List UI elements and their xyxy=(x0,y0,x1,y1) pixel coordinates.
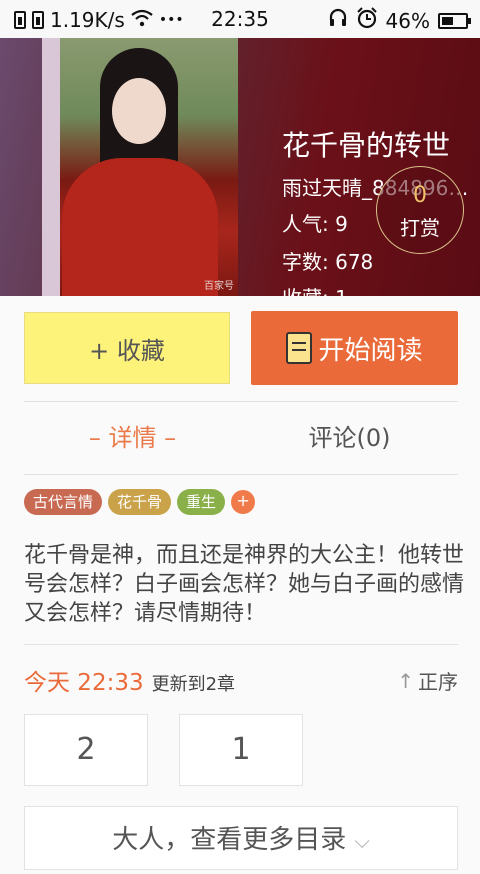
update-time: 今天 22:33 xyxy=(24,670,144,696)
start-reading-label: 开始阅读 xyxy=(318,335,423,366)
status-bar: 1.19K/s ••• 22:35 46% xyxy=(0,0,480,38)
headphone-icon xyxy=(328,8,348,33)
tag-hua-qian-gu[interactable]: 花千骨 xyxy=(108,489,172,515)
chapter-item[interactable]: 2 xyxy=(24,714,148,786)
status-right: 46% xyxy=(328,7,471,34)
favorites-count: 收藏: 1 xyxy=(282,282,348,296)
add-tag-button[interactable]: + xyxy=(231,490,256,514)
divider xyxy=(24,401,458,402)
more-catalog-button[interactable]: 大人，查看更多目录 ⌵ xyxy=(24,806,458,870)
sort-order-label: 正序 xyxy=(418,670,458,694)
book-cover[interactable]: 百家号 xyxy=(42,38,238,296)
cover-watermark: 百家号 xyxy=(204,281,234,292)
arrow-up-icon: ↑ xyxy=(397,668,414,693)
chapter-item[interactable]: 1 xyxy=(179,714,303,786)
tab-detail[interactable]: – 详情 – xyxy=(24,418,241,453)
divider xyxy=(24,474,458,475)
chevron-down-icon: ⌵ xyxy=(354,829,370,853)
alarm-icon xyxy=(356,7,378,34)
start-reading-button[interactable]: 开始阅读 xyxy=(251,311,458,385)
book-title: 花千骨的转世 xyxy=(282,129,451,162)
update-chapter-info: 更新到2章 xyxy=(151,674,236,695)
divider xyxy=(24,644,458,645)
reward-count: 0 xyxy=(413,183,427,208)
reward-button[interactable]: 0 打赏 xyxy=(376,166,464,254)
collect-button[interactable]: + 收藏 xyxy=(24,312,230,384)
cover-figure-face xyxy=(112,78,166,144)
book-icon xyxy=(286,332,313,364)
book-description: 花千骨是神，而且还是神界的大公主！他转世号会怎样？白子画会怎样？她与白子画的感情… xyxy=(24,543,465,626)
sort-order-toggle[interactable]: ↑ 正序 xyxy=(397,666,458,695)
update-info: 今天 22:33 更新到2章 xyxy=(24,663,235,697)
book-header: 百家号 花千骨的转世 雨过天晴_884896… 人气: 9 字数: 678 收藏… xyxy=(0,38,480,296)
popularity: 人气: 9 xyxy=(282,212,348,236)
word-count: 字数: 678 xyxy=(282,250,374,274)
tab-comments[interactable]: 评论(0) xyxy=(241,418,458,453)
tag-rebirth[interactable]: 重生 xyxy=(177,489,226,515)
battery-icon xyxy=(438,12,471,29)
tag-ancient-romance[interactable]: 古代言情 xyxy=(24,489,103,515)
tag-list: 古代言情 花千骨 重生 + xyxy=(24,489,256,515)
reward-label: 打赏 xyxy=(400,216,440,240)
battery-level: 46% xyxy=(385,8,430,33)
more-catalog-label: 大人，查看更多目录 xyxy=(112,825,347,855)
cover-curtain xyxy=(42,38,60,296)
cover-figure-robe xyxy=(62,158,218,296)
